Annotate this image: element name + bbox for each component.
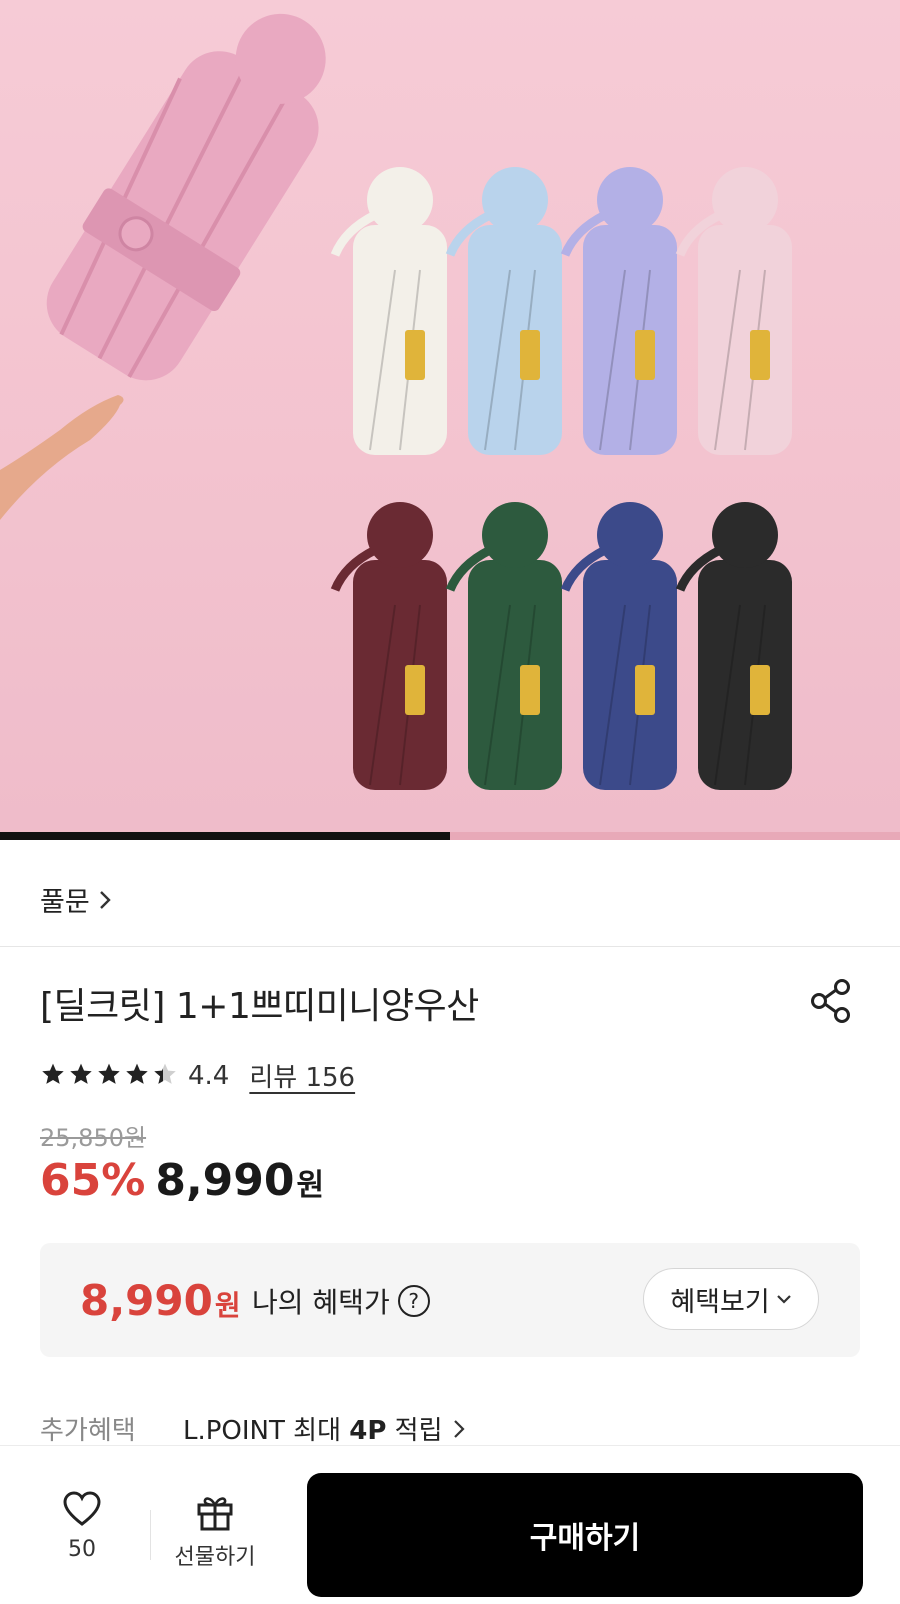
star-icon: [68, 1062, 94, 1090]
heart-icon: [63, 1491, 101, 1526]
chevron-right-icon: [453, 1419, 465, 1438]
store-link[interactable]: 풀문: [40, 880, 112, 919]
benefit-currency: 원: [214, 1289, 241, 1322]
like-count: 50: [68, 1537, 96, 1562]
store-name: 풀문: [40, 887, 90, 918]
share-icon[interactable]: [808, 978, 854, 1024]
rating-stars: [40, 1062, 178, 1090]
umbrella-swatch: [560, 502, 677, 790]
like-button[interactable]: 50: [42, 1491, 122, 1562]
star-icon: [152, 1062, 178, 1090]
extra-benefit-link[interactable]: L.POINT 최대 4P 적립: [183, 1410, 465, 1447]
product-image-carousel[interactable]: [0, 0, 900, 832]
bottom-action-bar: 50 선물하기 구매하기: [0, 1446, 900, 1604]
umbrella-swatch: [330, 502, 447, 790]
gift-button[interactable]: 선물하기: [165, 1491, 265, 1571]
benefit-price: 8,990 원: [80, 1276, 241, 1325]
divider: [0, 946, 900, 947]
extra-benefit-points: 4P: [349, 1416, 387, 1446]
chevron-down-icon: [776, 1295, 791, 1304]
carousel-progress-bar: [0, 832, 900, 840]
umbrella-swatch: [445, 502, 562, 790]
question-icon[interactable]: ?: [397, 1285, 430, 1317]
extra-benefit-suffix: 적립: [386, 1416, 443, 1446]
umbrella-swatch: [675, 167, 792, 455]
benefit-price-box: 8,990 원 나의 혜택가 ? 혜택보기: [40, 1243, 860, 1357]
umbrella-swatch: [560, 167, 677, 455]
price-row: 65% 8,990 원: [40, 1155, 324, 1206]
rating-score: 4.4: [188, 1060, 230, 1091]
view-benefits-label: 혜택보기: [670, 1286, 770, 1318]
view-benefits-button[interactable]: 혜택보기: [643, 1268, 819, 1330]
extra-benefit-label: 추가혜택: [40, 1416, 136, 1446]
rating-row: 4.4 리뷰 156: [40, 1057, 355, 1094]
gift-icon: [197, 1497, 233, 1531]
review-count-link[interactable]: 리뷰 156: [249, 1057, 355, 1094]
benefit-label: 나의 혜택가: [252, 1286, 390, 1319]
carousel-progress-fill: [0, 832, 450, 840]
sale-price: 8,990: [155, 1155, 295, 1206]
benefit-price-value: 8,990: [80, 1276, 213, 1325]
extra-benefit-prefix: L.POINT 최대: [183, 1416, 350, 1446]
product-title: [딜크릿] 1+1쁘띠미니양우산: [40, 986, 479, 1027]
discount-rate: 65%: [40, 1155, 146, 1206]
chevron-right-icon: [99, 890, 111, 909]
umbrella-swatch: [675, 502, 792, 790]
gift-label: 선물하기: [174, 1545, 256, 1570]
extra-benefit-text: L.POINT 최대 4P 적립: [183, 1410, 443, 1447]
umbrella-product-image: [0, 13, 792, 790]
umbrella-swatch: [445, 167, 562, 455]
buy-button[interactable]: 구매하기: [307, 1473, 863, 1597]
star-icon: [124, 1062, 150, 1090]
star-icon: [40, 1062, 66, 1090]
star-icon: [96, 1062, 122, 1090]
original-price: 25,850원: [40, 1124, 147, 1152]
currency-unit: 원: [296, 1168, 325, 1203]
divider: [150, 1510, 151, 1560]
umbrella-swatch: [330, 167, 447, 455]
benefit-label-row: 나의 혜택가 ?: [252, 1281, 430, 1321]
